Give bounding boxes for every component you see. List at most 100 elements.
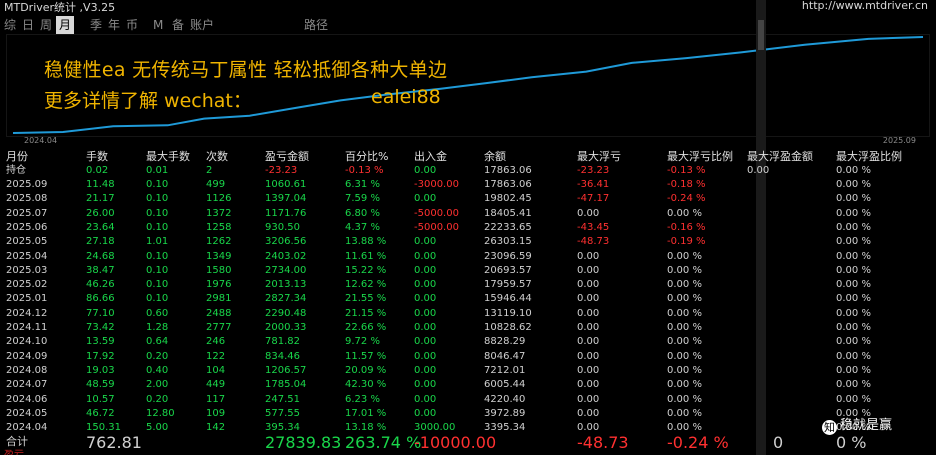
- col-max-drawdown[interactable]: 最大浮亏: [577, 150, 621, 163]
- col-max-drawdown-pct[interactable]: 最大浮亏比例: [667, 150, 733, 163]
- cell-max-lots: 0.10: [146, 207, 169, 219]
- holding-pnl: -23.23: [265, 165, 298, 176]
- cell-max-float-gain-pct: 0.00 %: [836, 279, 871, 291]
- cell-lots: 77.10: [86, 307, 115, 319]
- site-link[interactable]: http://www.mtdriver.cn: [802, 0, 928, 12]
- table-row[interactable]: 2024.06 10.57 0.20 117 247.51 6.23 % 0.00 4220.…: [0, 393, 936, 406]
- col-max-float-gain[interactable]: 最大浮盈金额: [747, 150, 813, 163]
- tab-day[interactable]: 日: [22, 16, 34, 34]
- col-pnl[interactable]: 盈亏金额: [265, 150, 309, 163]
- cell-max-float-gain-pct: 0.00 %: [836, 221, 871, 233]
- cell-percent: 17.01 %: [345, 407, 387, 419]
- cell-cashflow: 0.00: [414, 279, 437, 291]
- col-percent[interactable]: 百分比%: [345, 150, 388, 163]
- tab-magic[interactable]: M: [153, 16, 163, 34]
- cell-lots: 48.59: [86, 379, 115, 391]
- table-row[interactable]: 2024.07 48.59 2.00 449 1785.04 42.30 % 0.00 600…: [0, 378, 936, 391]
- cell-pnl: 1060.61: [265, 179, 307, 190]
- table-row[interactable]: 2024.10 13.59 0.64 246 781.82 9.72 % 0.00 8828.…: [0, 335, 936, 348]
- cell-cashflow: -3000.00: [414, 179, 459, 190]
- cell-cashflow: 0.00: [414, 336, 437, 348]
- table-row[interactable]: 2024.12 77.10 0.60 2488 2290.48 21.15 % 0.00 13…: [0, 307, 936, 320]
- col-lots[interactable]: 手数: [86, 150, 108, 163]
- path-label[interactable]: 路径: [304, 16, 328, 34]
- tab-note[interactable]: 备: [172, 16, 184, 34]
- tab-currency[interactable]: 币: [126, 16, 138, 34]
- wechat-id: ealei88: [371, 86, 441, 108]
- cell-max-float-gain-pct: 0.00 %: [836, 250, 871, 262]
- holding-row[interactable]: 持仓 0.02 0.01 2 -23.23 -0.13 % 0.00 17863…: [0, 164, 936, 177]
- cell-pnl: 577.55: [265, 407, 300, 419]
- tab-quarter[interactable]: 季: [90, 16, 102, 34]
- cell-trades: 1580: [206, 264, 232, 276]
- cell-max-drawdown: -48.73: [577, 236, 610, 248]
- col-month[interactable]: 月份: [6, 150, 28, 163]
- col-balance[interactable]: 余额: [484, 150, 506, 163]
- cell-balance: 18405.41: [484, 207, 532, 219]
- total-lots: 762.81: [86, 433, 142, 452]
- cell-trades: 246: [206, 336, 226, 348]
- table-row[interactable]: 2025.07 26.00 0.10 1372 1171.76 6.80 % -5000.0…: [0, 207, 936, 220]
- tab-year[interactable]: 年: [108, 16, 120, 34]
- cell-percent: 42.30 %: [345, 379, 387, 391]
- cell-cashflow: 0.00: [414, 236, 437, 248]
- cell-cashflow: 0.00: [414, 350, 437, 362]
- table-row[interactable]: 2025.08 21.17 0.10 1126 1397.04 7.59 % 0.00 198…: [0, 192, 936, 205]
- tab-account[interactable]: 账户: [190, 16, 214, 34]
- table-row[interactable]: 2024.08 19.03 0.40 104 1206.57 20.09 % 0.00 721…: [0, 364, 936, 377]
- col-cashflow[interactable]: 出入金: [414, 150, 447, 163]
- cell-max-drawdown: 0.00: [577, 207, 600, 219]
- cell-cashflow: 0.00: [414, 250, 437, 262]
- table-row[interactable]: 2025.09 11.48 0.10 499 1060.61 6.31 % -3000.00…: [0, 178, 936, 191]
- cell-max-drawdown-pct: 0.00 %: [667, 207, 702, 219]
- scrollbar-thumb[interactable]: [758, 20, 764, 50]
- table-row[interactable]: 2025.06 23.64 0.10 1258 930.50 4.37 % -5000.00…: [0, 221, 936, 234]
- col-max-float-gain-pct[interactable]: 最大浮盈比例: [836, 150, 902, 163]
- col-max-lots[interactable]: 最大手数: [146, 150, 190, 163]
- cell-pnl: 2827.34: [265, 293, 307, 305]
- watermark: 知稳就是赢: [822, 414, 892, 435]
- total-percent: 263.74 %: [345, 433, 422, 452]
- table-row[interactable]: 2024.05 46.72 12.80 109 577.55 17.01 % 0.00 397…: [0, 407, 936, 420]
- cell-month: 2024.05: [6, 407, 48, 419]
- cell-max-drawdown-pct: -0.18 %: [667, 179, 706, 190]
- tab-total[interactable]: 综: [4, 16, 16, 34]
- cell-max-float-gain-pct: 0.00 %: [836, 393, 871, 405]
- cell-max-drawdown: -36.41: [577, 179, 610, 190]
- cell-pnl: 2013.13: [265, 279, 307, 291]
- table-row[interactable]: 2025.01 86.66 0.10 2981 2827.34 21.55 % 0.00 15…: [0, 292, 936, 305]
- tab-week[interactable]: 周: [40, 16, 52, 34]
- cell-cashflow: 0.00: [414, 322, 437, 333]
- cell-max-drawdown-pct: 0.00 %: [667, 336, 702, 348]
- cell-max-float-gain-pct: 0.00 %: [836, 336, 871, 348]
- cell-max-drawdown-pct: 0.00 %: [667, 264, 702, 276]
- cell-lots: 38.47: [86, 264, 115, 276]
- cell-trades: 104: [206, 364, 226, 376]
- cell-max-lots: 1.28: [146, 322, 169, 333]
- cell-cashflow: 0.00: [414, 407, 437, 419]
- cell-percent: 6.23 %: [345, 393, 380, 405]
- cell-balance: 26303.15: [484, 236, 532, 248]
- cell-lots: 24.68: [86, 250, 115, 262]
- total-row[interactable]: 合计 762.81 27839.83 263.74 % -10000.00 -4…: [0, 433, 936, 452]
- cell-balance: 20693.57: [484, 264, 532, 276]
- table-row[interactable]: 2025.03 38.47 0.10 1580 2734.00 15.22 % 0.00 20…: [0, 264, 936, 277]
- table-row[interactable]: 2025.02 46.26 0.10 1976 2013.13 12.62 % 0.00 17…: [0, 278, 936, 291]
- table-row[interactable]: 2024.11 73.42 1.28 2777 2000.33 22.66 % 0.00 10…: [0, 321, 936, 334]
- table-row[interactable]: 2025.05 27.18 1.01 1262 3206.56 13.88 % 0.00 26…: [0, 235, 936, 248]
- cell-max-float-gain-pct: 0.00 %: [836, 307, 871, 319]
- table-row[interactable]: 2024.09 17.92 0.20 122 834.46 11.57 % 0.00 8046…: [0, 350, 936, 363]
- cell-max-drawdown: -47.17: [577, 193, 610, 205]
- col-trades[interactable]: 次数: [206, 150, 228, 163]
- cell-max-lots: 2.00: [146, 379, 169, 391]
- cell-max-drawdown: 0.00: [577, 307, 600, 319]
- tab-month[interactable]: 月: [56, 16, 75, 34]
- cell-lots: 46.72: [86, 407, 115, 419]
- cell-percent: 11.57 %: [345, 350, 387, 362]
- zhihu-icon: 知: [822, 420, 837, 435]
- table-row[interactable]: 2025.04 24.68 0.10 1349 2403.02 11.61 % 0.00 23…: [0, 250, 936, 263]
- cell-max-lots: 0.10: [146, 250, 169, 262]
- cell-pnl: 2000.33: [265, 322, 307, 333]
- cell-month: 2025.03: [6, 264, 48, 276]
- cell-max-float-gain-pct: 0.00 %: [836, 364, 871, 376]
